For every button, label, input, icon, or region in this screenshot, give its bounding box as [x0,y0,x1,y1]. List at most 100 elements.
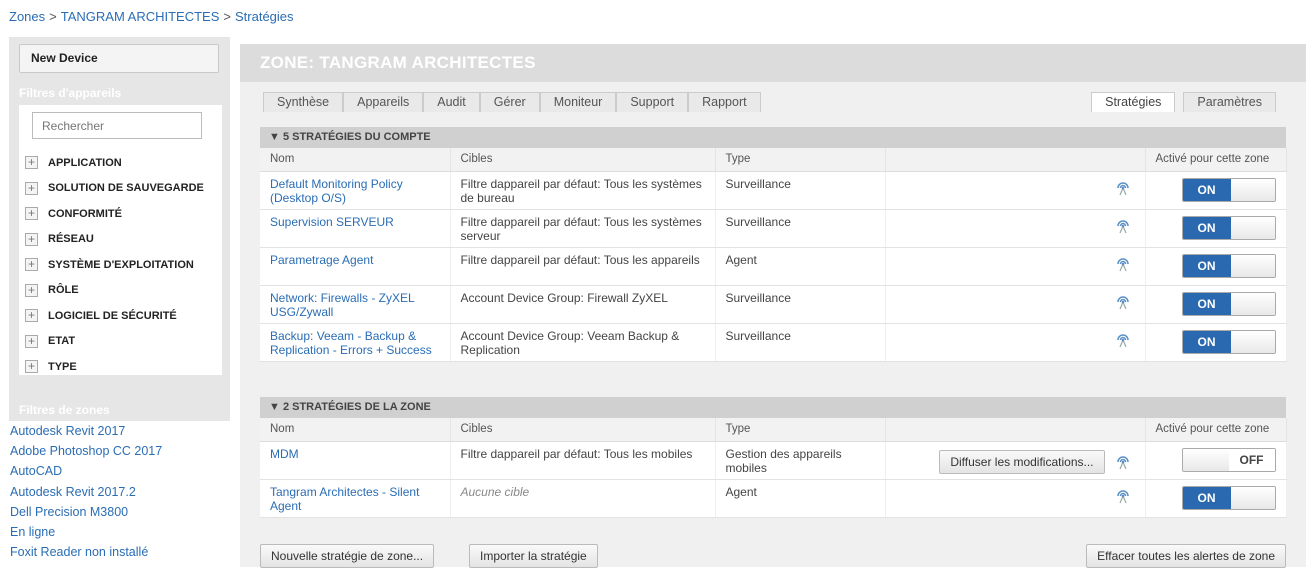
zone-filter-link[interactable]: Autodesk Revit 2017.2 [9,482,230,502]
tab-0[interactable]: Synthèse [263,92,344,112]
zone-policies-section: ▼ 2 STRATÉGIES DE LA ZONE Nom Cibles Typ… [260,397,1287,518]
policy-actions [885,209,1146,248]
zone-filter-link[interactable]: En ligne [9,522,230,542]
breadcrumb-current[interactable]: Stratégies [235,9,294,24]
device-filter-label: CONFORMITÉ [48,207,122,220]
toggle-on-label: ON [1182,216,1231,239]
plus-icon[interactable]: + [25,334,38,348]
signal-icon[interactable] [1115,218,1131,234]
device-filter-item[interactable]: + SYSTÈME D'EXPLOITATION [19,252,239,278]
breadcrumb: Zones > TANGRAM ARCHITECTES > Stratégies [9,9,294,24]
tab-1[interactable]: Appareils [343,92,424,112]
policy-row: Backup: Veeam - Backup & Replication - E… [260,323,1287,362]
zone-filter-link[interactable]: Autodesk Revit 2017 [9,421,230,441]
device-filter-label: APPLICATION [48,156,122,169]
clear-zone-alerts-button[interactable]: Effacer toutes les alertes de zone [1086,544,1286,568]
sidebar: New Device Filtres d'appareils + APPLICAT… [9,37,230,567]
toggle-knob [1230,254,1275,277]
enable-toggle[interactable]: ON [1181,291,1276,316]
policy-name-link[interactable]: Tangram Architectes - Silent Agent [260,479,451,518]
policy-targets: Account Device Group: Firewall ZyXEL [450,285,716,324]
policy-targets: Filtre dappareil par défaut: Tous les sy… [450,209,716,248]
policy-name-link[interactable]: Network: Firewalls - ZyXEL USG/Zywall [260,285,451,324]
policy-name-link[interactable]: MDM [260,441,451,480]
import-policy-button[interactable]: Importer la stratégie [469,544,598,568]
signal-icon[interactable] [1115,332,1131,348]
policy-targets: Filtre dappareil par défaut: Tous les ap… [450,247,716,286]
device-filter-label: SOLUTION DE SAUVEGARDE [48,182,204,195]
policy-actions: Diffuser les modifications... [885,441,1146,480]
enable-toggle[interactable]: ON [1181,329,1276,354]
zone-filter-link[interactable]: AutoCAD [9,461,230,481]
toggle-knob [1230,330,1275,353]
tab-5[interactable]: Support [616,92,689,112]
device-filter-item[interactable]: + APPLICATION [19,150,239,176]
policy-enabled: ON [1145,171,1287,210]
device-filter-item[interactable]: + SOLUTION DE SAUVEGARDE [19,176,239,202]
toggle-off-label: OFF [1228,448,1275,471]
breadcrumb-zone[interactable]: TANGRAM ARCHITECTES [61,9,220,24]
enable-toggle[interactable]: ON [1181,215,1276,240]
policy-type: Surveillance [715,209,886,248]
plus-icon[interactable]: + [25,258,38,272]
policy-name-link[interactable]: Supervision SERVEUR [260,209,451,248]
breadcrumb-separator: > [49,9,57,24]
plus-icon[interactable]: + [25,232,38,246]
enable-toggle[interactable]: ON [1181,253,1276,278]
device-filter-item[interactable]: + RÔLE [19,278,239,304]
device-filter-label: RÉSEAU [48,233,94,246]
zone-filter-link[interactable]: Adobe Photoshop CC 2017 [9,441,230,461]
toggle-knob [1230,216,1275,239]
account-policies-header[interactable]: ▼ 5 STRATÉGIES DU COMPTE [260,127,1286,148]
search-input[interactable] [32,112,202,139]
tab-4[interactable]: Moniteur [539,92,617,112]
zone-filter-list: Autodesk Revit 2017 Adobe Photoshop CC 20… [9,421,230,567]
col-actions [885,148,1146,172]
policy-row: Default Monitoring Policy (Desktop O/S) F… [260,171,1287,210]
enable-toggle[interactable]: ON [1181,485,1276,510]
policy-type: Agent [715,479,886,518]
plus-icon[interactable]: + [25,181,38,195]
signal-icon[interactable] [1115,488,1131,504]
device-filter-item[interactable]: + LOGICIEL DE SÉCURITÉ [19,303,239,329]
signal-icon[interactable] [1115,180,1131,196]
signal-icon[interactable] [1115,294,1131,310]
policy-row: MDM Filtre dappareil par défaut: Tous les… [260,441,1287,480]
new-device-button[interactable]: New Device [19,44,219,73]
tab-2[interactable]: Audit [423,92,480,112]
plus-icon[interactable]: + [25,283,38,297]
device-filter-item[interactable]: + RÉSEAU [19,227,239,253]
policy-type: Gestion des appareils mobiles [715,441,886,480]
breadcrumb-zones[interactable]: Zones [9,9,45,24]
policy-enabled: ON [1145,285,1287,324]
enable-toggle[interactable]: ON [1181,177,1276,202]
plus-icon[interactable]: + [25,156,38,170]
col-enabled: Activé pour cette zone [1145,148,1287,172]
tab-right-0[interactable]: Stratégies [1091,92,1176,112]
zone-filter-link[interactable]: Foxit Reader non installé [9,542,230,562]
policy-name-link[interactable]: Default Monitoring Policy (Desktop O/S) [260,171,451,210]
tab-right-1[interactable]: Paramètres [1183,92,1276,112]
col-enabled: Activé pour cette zone [1145,418,1287,442]
device-filter-item[interactable]: + CONFORMITÉ [19,201,239,227]
policy-name-link[interactable]: Parametrage Agent [260,247,451,286]
zone-filter-link[interactable]: Dell Precision M3800 [9,502,230,522]
tab-6[interactable]: Rapport [688,92,761,112]
toggle-knob [1230,178,1275,201]
device-filter-item[interactable]: + TYPE [19,354,239,380]
policy-enabled: ON [1145,323,1287,362]
push-changes-button[interactable]: Diffuser les modifications... [939,449,1105,474]
plus-icon[interactable]: + [25,207,38,221]
signal-icon[interactable] [1115,454,1131,470]
policy-name-link[interactable]: Backup: Veeam - Backup & Replication - E… [260,323,451,362]
zone-policies-header[interactable]: ▼ 2 STRATÉGIES DE LA ZONE [260,397,1286,418]
signal-icon[interactable] [1115,256,1131,272]
plus-icon[interactable]: + [25,309,38,323]
policy-enabled: ON [1145,479,1287,518]
plus-icon[interactable]: + [25,360,38,374]
tab-3[interactable]: Gérer [479,92,540,112]
new-zone-policy-button[interactable]: Nouvelle stratégie de zone... [260,544,435,568]
enable-toggle[interactable]: OFF [1181,447,1276,472]
device-filter-item[interactable]: + ETAT [19,329,239,355]
policy-row: Parametrage Agent Filtre dappareil par dé… [260,247,1287,286]
